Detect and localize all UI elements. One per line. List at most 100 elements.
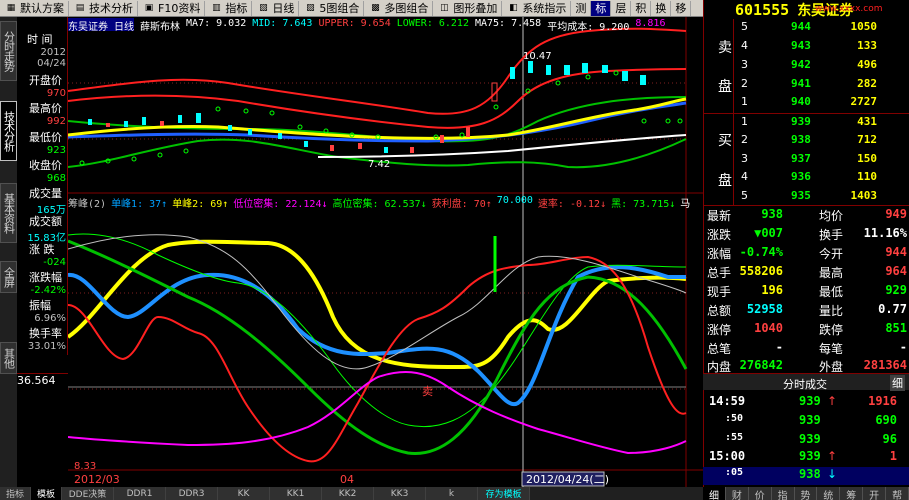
tab-indicator[interactable]: 指标 — [0, 487, 32, 500]
bid-volume: 150 — [857, 152, 877, 165]
rtab-index[interactable]: 指 — [772, 487, 795, 500]
stat-label: 量比 — [819, 304, 844, 318]
trade-row-selected[interactable]: :05 938 ↓ — [703, 467, 909, 485]
stock-code: 601555 — [735, 0, 790, 19]
ask-row-5[interactable]: 5 944 1050 — [703, 20, 909, 39]
menu-5-chart[interactable]: ▨ 5图组合 — [299, 0, 365, 16]
extra-value: 8.816 — [635, 18, 666, 29]
stat-value: 52958 — [746, 302, 783, 316]
stat-row: 总额 52958 量比 0.77 — [703, 302, 909, 320]
menu-tech-analysis[interactable]: ▤ 技术分析 — [69, 0, 138, 16]
low-dense-value: 低位密集: 22.124↓ — [233, 199, 328, 208]
trade-row: :55 939 96 — [703, 432, 909, 450]
ask-price: 942 — [791, 58, 811, 71]
candle-icon: ▧ — [259, 3, 268, 13]
tab-template[interactable]: 模板 — [31, 487, 63, 500]
rtab-stats[interactable]: 统 — [817, 487, 841, 500]
chart-icon: ▤ — [75, 3, 85, 13]
tab-kk1[interactable]: KK1 — [270, 487, 323, 500]
menu-f10[interactable]: ▣ F10资料 — [138, 0, 206, 16]
trade-arrow: ↑ — [827, 449, 838, 463]
upper-value: UPPER: 9.654 — [318, 18, 391, 29]
stat-label: 今开 — [819, 247, 844, 261]
menu-accumulate[interactable]: 积 — [631, 0, 652, 16]
grid-icon: ▦ — [6, 3, 16, 13]
trades-detail-button[interactable]: 细 — [890, 375, 905, 391]
ask-row-2[interactable]: 2 941 282 — [703, 77, 909, 96]
bid-volume: 431 — [857, 115, 877, 128]
stat-label: 总额 — [707, 304, 732, 318]
ask-row-4[interactable]: 4 943 133 — [703, 39, 909, 58]
save-template-button[interactable]: 存为模板 — [478, 487, 531, 500]
chart-area[interactable]: 卖 8.33 2012/03 04 2012/04/24(二) 10.47 7.… — [68, 17, 703, 487]
rtab-chips[interactable]: 筹 — [840, 487, 864, 500]
tab-ddr3[interactable]: DDR3 — [166, 487, 219, 500]
stat-value: 558206 — [739, 264, 783, 278]
tab-other[interactable]: 其他 — [0, 342, 17, 374]
stat-label: 总手 — [707, 266, 732, 280]
tab-kk3[interactable]: KK3 — [374, 487, 427, 500]
bid-row-1[interactable]: 1 939 431 — [703, 115, 909, 134]
ask-level: 4 — [741, 39, 748, 52]
menu-daily[interactable]: ▧ 日线 — [252, 0, 300, 16]
bid-level: 3 — [741, 152, 748, 165]
info-date: 04/24 — [37, 58, 66, 69]
ask-row-1[interactable]: 1 940 2727 — [703, 95, 909, 114]
stat-label: 现手 — [707, 285, 732, 299]
tab-tech-analysis[interactable]: 技术分析 — [0, 101, 17, 161]
bid-row-5[interactable]: 5 935 1403 — [703, 189, 909, 208]
stat-label: 涨停 — [707, 323, 732, 337]
stat-label: 涨幅 — [707, 247, 732, 261]
rtab-finance[interactable]: 财 — [726, 487, 749, 500]
menu-indicator[interactable]: ▥ 指标 — [205, 0, 253, 16]
bar-info-panel: 时 间 2012 04/24 开盘价 970 最高价 992 最低价 923 收… — [17, 17, 68, 355]
menu-switch[interactable]: 换 — [651, 0, 672, 16]
stat-label: 最高 — [819, 266, 844, 280]
doc-icon: ▣ — [144, 3, 154, 13]
stat-value: 938 — [761, 207, 783, 221]
tab-dde[interactable]: DDE决策 — [62, 487, 115, 500]
tab-kk2[interactable]: KK2 — [322, 487, 375, 500]
tab-fullscreen[interactable]: 全屏 — [0, 261, 17, 293]
profit-value: 获利盘: 70↑ — [431, 199, 492, 208]
peak1-value: 单峰1: 37↑ — [111, 199, 168, 208]
rtab-detail[interactable]: 细 — [703, 487, 726, 500]
watermark: www.xxxx.com — [815, 4, 883, 14]
rtab-open[interactable]: 开 — [863, 487, 887, 500]
peak2-value: 单峰2: 69↑ — [172, 199, 229, 208]
menu-move[interactable]: 移 — [671, 0, 692, 16]
ask-row-3[interactable]: 3 942 496 — [703, 58, 909, 77]
left-tab-strip: 分时走势 技术分析 基本资料 全屏 其他 — [0, 17, 17, 487]
menu-system[interactable]: ◧ 系统指示 — [502, 0, 572, 16]
tab-k[interactable]: k — [426, 487, 479, 500]
menu-measure[interactable]: 测 — [571, 0, 592, 16]
tab-intraday[interactable]: 分时走势 — [0, 21, 17, 81]
tab-fundamentals[interactable]: 基本资料 — [0, 183, 17, 243]
trade-time: 14:59 — [709, 394, 746, 408]
rtab-trend[interactable]: 势 — [795, 487, 818, 500]
trade-row: 15:00 939 ↑ 1 — [703, 449, 909, 467]
bid-row-4[interactable]: 4 936 110 — [703, 170, 909, 189]
menu-mark[interactable]: 标 — [591, 0, 612, 16]
avg-cost-value: 平均成本: 9.200 — [547, 22, 630, 31]
bid-row-3[interactable]: 3 937 150 — [703, 152, 909, 171]
rtab-price[interactable]: 价 — [749, 487, 772, 500]
info-low: 最低价 923 — [29, 131, 66, 156]
stat-row: 涨跌 ▼007 换手 11.16% — [703, 226, 909, 244]
menu-default-scheme[interactable]: ▦ 默认方案 — [0, 0, 69, 16]
chart-background — [68, 17, 703, 487]
trade-volume: 690 — [875, 413, 897, 427]
stat-value: 276842 — [739, 358, 783, 372]
rtab-help[interactable]: 帮 — [886, 487, 909, 500]
cursor-date-label: 2012/04/24(二) — [526, 473, 609, 486]
tab-ddr1[interactable]: DDR1 — [114, 487, 167, 500]
menu-layer[interactable]: 层 — [611, 0, 632, 16]
tab-kk[interactable]: KK — [218, 487, 271, 500]
menu-overlay[interactable]: ◫ 图形叠加 — [433, 0, 503, 16]
menu-multi-chart[interactable]: ▩ 多图组合 — [364, 0, 434, 16]
bid-volume: 1403 — [850, 189, 878, 202]
bid-row-2[interactable]: 2 938 712 — [703, 133, 909, 152]
stat-label: 最新 — [707, 209, 732, 223]
stat-label: 最低 — [819, 285, 844, 299]
chart-stock-label: 东吴证券 日线 — [68, 18, 135, 31]
